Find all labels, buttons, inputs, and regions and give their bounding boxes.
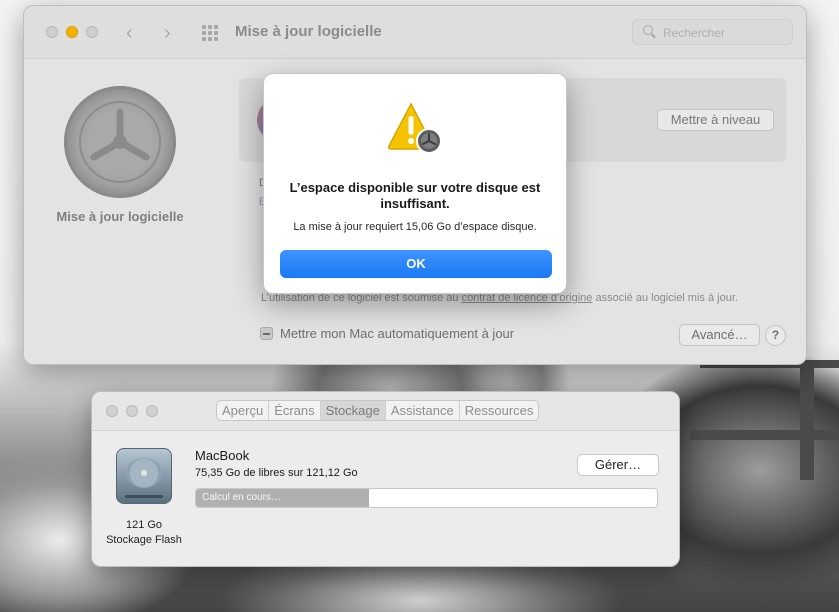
forward-arrow-icon[interactable]: › xyxy=(164,22,171,45)
close-button[interactable] xyxy=(106,405,118,417)
tab-ecrans[interactable]: Écrans xyxy=(269,401,321,420)
drive-type: Stockage Flash xyxy=(106,534,182,546)
fence-rail xyxy=(690,430,839,440)
alert-message: La mise à jour requiert 15,06 Go d’espac… xyxy=(293,221,537,233)
window-titlebar: Aperçu Écrans Stockage Assistance Ressou… xyxy=(92,392,679,431)
fence-post xyxy=(800,360,814,480)
alert-title: L’espace disponible sur votre disque est… xyxy=(289,180,541,211)
minimize-button[interactable] xyxy=(126,405,138,417)
window-titlebar: ‹ › Mise à jour logicielle xyxy=(24,6,806,59)
zoom-button[interactable] xyxy=(146,405,158,417)
auto-update-row[interactable]: Mettre mon Mac automatiquement à jour xyxy=(260,326,514,341)
tab-ressources[interactable]: Ressources xyxy=(460,401,539,420)
tab-stockage[interactable]: Stockage xyxy=(320,401,386,420)
sidebar-label: Mise à jour logicielle xyxy=(56,209,184,224)
drive-caption: 121 Go Stockage Flash xyxy=(92,518,196,548)
about-tabs: Aperçu Écrans Stockage Assistance Ressou… xyxy=(216,400,540,421)
about-this-mac-window: Aperçu Écrans Stockage Assistance Ressou… xyxy=(91,391,680,567)
ok-button[interactable]: OK xyxy=(280,250,552,278)
window-title: Mise à jour logicielle xyxy=(235,23,382,40)
storage-bar-label: Calcul en cours… xyxy=(202,492,281,503)
software-update-gear-icon xyxy=(64,86,176,198)
tab-assistance[interactable]: Assistance xyxy=(386,401,460,420)
auto-update-checkbox[interactable] xyxy=(260,327,273,340)
upgrade-button[interactable]: Mettre à niveau xyxy=(657,109,774,131)
license-suffix: associé au logiciel mis à jour. xyxy=(592,292,738,304)
zoom-button[interactable] xyxy=(86,26,98,38)
manage-button[interactable]: Gérer… xyxy=(577,454,659,476)
close-button[interactable] xyxy=(46,26,58,38)
drive-size: 121 Go xyxy=(125,519,163,531)
storage-bar: Calcul en cours… xyxy=(195,488,658,508)
show-all-grid-icon[interactable] xyxy=(202,25,218,41)
disk-name: MacBook xyxy=(195,448,250,463)
warning-gear-icon xyxy=(385,102,442,154)
minimize-button[interactable] xyxy=(66,26,78,38)
advanced-button[interactable]: Avancé… xyxy=(679,324,760,346)
hard-drive-icon xyxy=(116,448,172,504)
insufficient-space-alert: L’espace disponible sur votre disque est… xyxy=(263,73,567,294)
disk-free-space: 75,35 Go de libres sur 121,12 Go xyxy=(195,467,358,479)
tab-apercu[interactable]: Aperçu xyxy=(217,401,270,420)
auto-update-label: Mettre mon Mac automatiquement à jour xyxy=(280,326,515,341)
help-button[interactable]: ? xyxy=(765,325,786,346)
search-field[interactable] xyxy=(632,19,793,45)
back-arrow-icon[interactable]: ‹ xyxy=(126,22,133,45)
traffic-lights xyxy=(46,26,98,38)
search-input[interactable] xyxy=(661,23,790,43)
search-icon xyxy=(643,25,653,35)
traffic-lights xyxy=(106,405,158,417)
